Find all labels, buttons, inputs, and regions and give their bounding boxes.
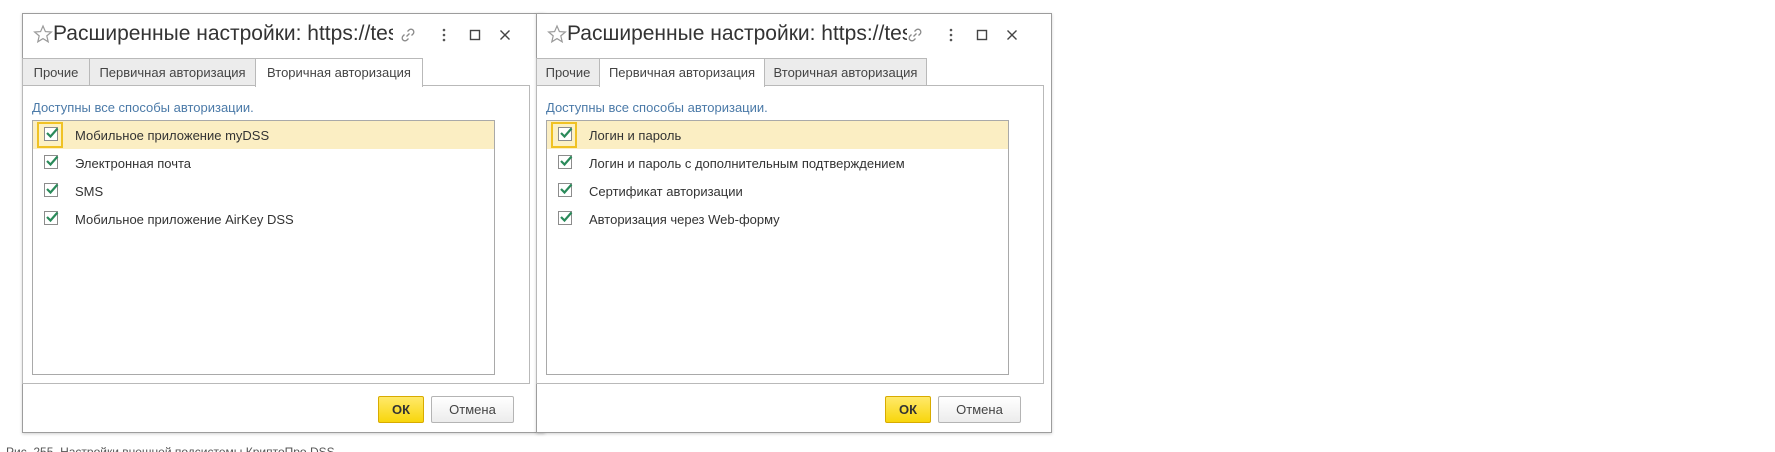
list-item[interactable]: Электронная почта bbox=[33, 149, 494, 177]
tab-secondary-auth[interactable]: Вторичная авторизация bbox=[764, 58, 927, 85]
checkmark-icon bbox=[46, 155, 59, 167]
list-item-label: SMS bbox=[75, 184, 104, 199]
checkbox[interactable] bbox=[558, 127, 573, 141]
list-item-label: Логин и пароль bbox=[589, 128, 682, 143]
list-item[interactable]: Логин и пароль с дополнительным подтверж… bbox=[547, 149, 1008, 177]
maximize-icon[interactable] bbox=[972, 25, 992, 45]
dialog-titlebar: Расширенные настройки: https://tes... bbox=[23, 14, 544, 58]
settings-dialog-secondary: Расширенные настройки: https://tes... Пр… bbox=[22, 13, 545, 433]
list-item-label: Авторизация через Web-форму bbox=[589, 212, 780, 227]
link-icon[interactable] bbox=[905, 25, 925, 45]
cancel-button[interactable]: Отмена bbox=[431, 396, 514, 423]
list-item[interactable]: SMS bbox=[33, 177, 494, 205]
checkmark-icon bbox=[560, 211, 573, 223]
info-text: Доступны все способы авторизации. bbox=[32, 100, 254, 115]
dialog-title: Расширенные настройки: https://tes... bbox=[53, 22, 393, 45]
list-item[interactable]: Мобильное приложение myDSS bbox=[33, 121, 494, 149]
tab-secondary-auth[interactable]: Вторичная авторизация bbox=[255, 58, 423, 87]
tab-panel: Доступны все способы авторизации. Мобиль… bbox=[22, 85, 530, 384]
star-icon[interactable] bbox=[33, 24, 53, 44]
list-item[interactable]: Авторизация через Web-форму bbox=[547, 205, 1008, 233]
figure-caption: Рис. 255. Настройки внешней подсистемы К… bbox=[6, 445, 335, 452]
checkbox[interactable] bbox=[558, 155, 573, 169]
checkbox[interactable] bbox=[558, 211, 573, 225]
checkmark-icon bbox=[560, 155, 573, 167]
info-text: Доступны все способы авторизации. bbox=[546, 100, 768, 115]
tab-other[interactable]: Прочие bbox=[22, 58, 90, 85]
link-icon[interactable] bbox=[398, 25, 418, 45]
cancel-button[interactable]: Отмена bbox=[938, 396, 1021, 423]
list-item-label: Логин и пароль с дополнительным подтверж… bbox=[589, 156, 905, 171]
checkmark-icon bbox=[560, 127, 573, 139]
tab-other[interactable]: Прочие bbox=[536, 58, 600, 85]
checkbox[interactable] bbox=[558, 183, 573, 197]
dialog-titlebar: Расширенные настройки: https://tes... bbox=[537, 14, 1051, 58]
auth-methods-list: Мобильное приложение myDSS Электронная п… bbox=[32, 120, 495, 375]
more-icon[interactable] bbox=[941, 25, 961, 45]
ok-button[interactable]: ОК bbox=[885, 396, 931, 423]
more-icon[interactable] bbox=[434, 25, 454, 45]
list-item-label: Мобильное приложение AirKey DSS bbox=[75, 212, 294, 227]
checkmark-icon bbox=[46, 127, 59, 139]
maximize-icon[interactable] bbox=[465, 25, 485, 45]
star-icon[interactable] bbox=[547, 24, 567, 44]
tab-primary-auth[interactable]: Первичная авторизация bbox=[89, 58, 256, 85]
list-item[interactable]: Сертификат авторизации bbox=[547, 177, 1008, 205]
checkbox[interactable] bbox=[44, 155, 59, 169]
checkbox[interactable] bbox=[44, 127, 59, 141]
dialog-title: Расширенные настройки: https://tes... bbox=[567, 22, 907, 45]
list-item-label: Мобильное приложение myDSS bbox=[75, 128, 270, 143]
checkbox[interactable] bbox=[44, 211, 59, 225]
checkbox[interactable] bbox=[44, 183, 59, 197]
list-item[interactable]: Мобильное приложение AirKey DSS bbox=[33, 205, 494, 233]
list-item-label: Сертификат авторизации bbox=[589, 184, 743, 199]
settings-dialog-primary: Расширенные настройки: https://tes... Пр… bbox=[536, 13, 1052, 433]
ok-button[interactable]: ОК bbox=[378, 396, 424, 423]
checkmark-icon bbox=[560, 183, 573, 195]
list-item[interactable]: Логин и пароль bbox=[547, 121, 1008, 149]
checkmark-icon bbox=[46, 211, 59, 223]
checkmark-icon bbox=[46, 183, 59, 195]
tab-panel: Доступны все способы авторизации. Логин … bbox=[536, 85, 1044, 384]
close-icon[interactable] bbox=[495, 25, 515, 45]
auth-methods-list: Логин и пароль Логин и пароль с дополнит… bbox=[546, 120, 1009, 375]
list-item-label: Электронная почта bbox=[75, 156, 192, 171]
tab-primary-auth[interactable]: Первичная авторизация bbox=[599, 58, 765, 87]
close-icon[interactable] bbox=[1002, 25, 1022, 45]
